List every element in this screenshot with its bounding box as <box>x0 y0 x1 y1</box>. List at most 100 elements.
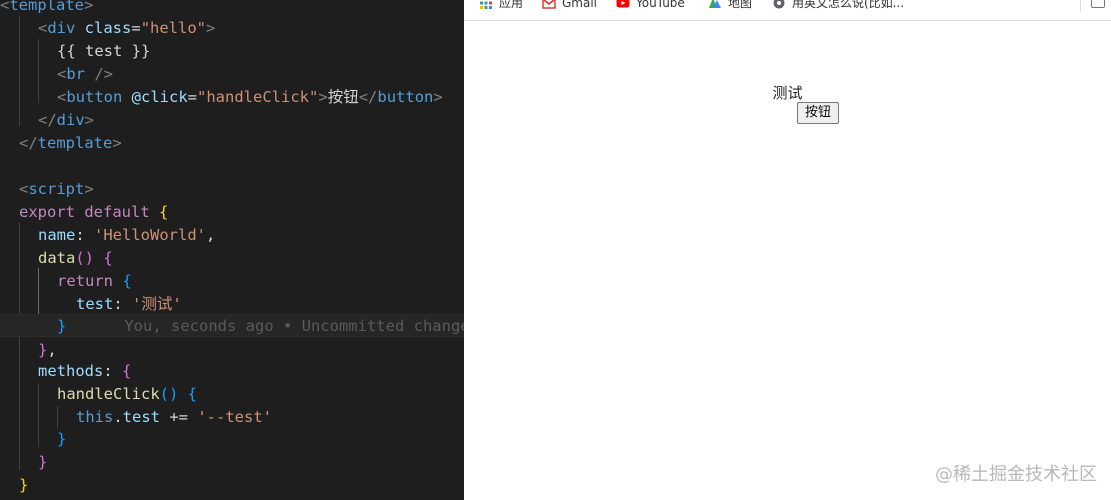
token: () <box>159 385 179 403</box>
code-line-3[interactable]: {{ test }} <box>57 40 150 63</box>
code-line-6[interactable]: </div> <box>38 109 94 132</box>
test-button[interactable]: 按钮 <box>797 102 840 124</box>
indent-guide <box>57 406 58 429</box>
token: </ <box>19 134 38 152</box>
token: button <box>377 88 434 106</box>
token: { <box>122 362 132 380</box>
maps-icon <box>709 0 721 8</box>
code-line-12[interactable]: data() { <box>38 247 113 270</box>
indent-guide <box>19 16 20 126</box>
code-line-16[interactable]: }, <box>38 339 57 362</box>
code-line-14[interactable]: test: '测试' <box>76 293 182 316</box>
token: '测试' <box>132 295 182 313</box>
code-line-2[interactable]: <div class="hello"> <box>38 17 215 40</box>
code-line-5[interactable]: <button @click="handleClick">按钮</button> <box>57 86 443 109</box>
token: return <box>57 272 113 290</box>
code-line-21[interactable]: } <box>38 451 47 474</box>
token: > <box>433 88 443 106</box>
token: data <box>38 249 76 267</box>
token: < <box>57 65 67 83</box>
token: { <box>149 203 169 221</box>
code-line-17[interactable]: methods: { <box>38 360 131 383</box>
bookmark-translate[interactable]: 用英文怎么说(比如... <box>772 0 904 12</box>
indent-guide <box>38 383 39 447</box>
token: "hello" <box>140 19 207 37</box>
bookmark-youtube[interactable]: YouTube <box>616 0 685 12</box>
code-line-20[interactable]: } <box>57 428 66 451</box>
token: < <box>19 180 29 198</box>
token: > <box>84 111 95 129</box>
token: br <box>66 65 86 83</box>
token: "handleClick" <box>197 88 319 106</box>
token: } <box>38 453 48 471</box>
token: } <box>57 317 67 335</box>
code-editor[interactable]: <template> <div class="hello"> {{ test }… <box>0 0 464 500</box>
token: template <box>37 134 113 152</box>
code-line-7[interactable]: </template> <box>19 132 122 155</box>
code-line-15[interactable]: } You, seconds ago • Uncommitted changes <box>0 314 464 337</box>
code-line-10[interactable]: export default { <box>19 201 168 224</box>
bookmark-gmail[interactable]: Gmail <box>542 0 597 12</box>
apps-grid-icon <box>480 1 492 9</box>
code-line-1[interactable]: <template> <box>0 0 93 17</box>
code-line-4[interactable]: <br /> <box>57 63 113 86</box>
globe-icon <box>773 0 785 9</box>
indent-guide <box>19 222 20 470</box>
bookmark-label: 应用 <box>499 0 524 10</box>
code-line-22[interactable]: } <box>19 474 28 497</box>
token: , <box>47 341 57 359</box>
watermark: @稀土掘金技术社区 <box>935 464 1097 485</box>
token: } <box>38 341 48 359</box>
bookmark-label: 地图 <box>728 0 753 10</box>
youtube-icon <box>616 0 630 8</box>
token: > <box>84 180 94 198</box>
token: 按钮 <box>327 88 359 106</box>
test-text: 测试 <box>772 84 803 102</box>
code-line-18[interactable]: handleClick() { <box>57 383 197 406</box>
token: > <box>206 19 216 37</box>
code-line-9[interactable]: <script> <box>19 178 94 201</box>
gmail-icon <box>542 0 556 9</box>
indent-guide <box>38 39 39 103</box>
token: , <box>205 226 216 244</box>
token: name <box>38 226 76 244</box>
token: < <box>38 19 48 37</box>
browser-window: 应用 Gmail YouTube 地图 用英文怎么说(比如... 测试 按钮 @… <box>464 0 1111 500</box>
code-line-19[interactable]: this.test += '--test' <box>76 406 272 429</box>
code-line-13[interactable]: return { <box>57 270 132 293</box>
token: class <box>75 19 132 37</box>
code-line-11[interactable]: name: 'HelloWorld', <box>38 224 215 247</box>
bookmark-apps[interactable]: 应用 <box>479 0 523 12</box>
token: handleClick <box>57 385 160 403</box>
token: = <box>131 19 141 37</box>
toolbar-divider <box>1080 0 1081 12</box>
token: { <box>94 249 113 267</box>
token: = <box>187 88 198 106</box>
token: 'HelloWorld' <box>94 226 206 244</box>
token: template <box>9 0 84 14</box>
token: export <box>19 203 75 221</box>
token: div <box>47 19 76 37</box>
token: </ <box>358 88 378 106</box>
bookmark-label: 用英文怎么说(比如... <box>792 0 905 10</box>
token: @click <box>122 88 188 106</box>
token: () <box>75 249 94 267</box>
token: test <box>122 408 160 426</box>
token: : <box>103 362 122 380</box>
rendered-page: 测试 按钮 <box>464 21 1111 500</box>
token: {{ test }} <box>57 42 151 60</box>
token: </ <box>38 111 57 129</box>
token: : <box>113 295 132 313</box>
token: script <box>28 180 85 198</box>
token: /> <box>85 65 114 83</box>
token: < <box>0 0 10 14</box>
token: < <box>57 88 67 106</box>
bookmark-maps[interactable]: 地图 <box>708 0 752 12</box>
bookmark-label: Gmail <box>562 0 598 10</box>
token: { <box>178 385 197 403</box>
token: div <box>56 111 85 129</box>
token: > <box>84 0 94 14</box>
bookmarks-bar: 应用 Gmail YouTube 地图 用英文怎么说(比如... <box>464 0 1111 21</box>
token: default <box>75 203 150 221</box>
reading-list-icon[interactable] <box>1091 0 1105 8</box>
